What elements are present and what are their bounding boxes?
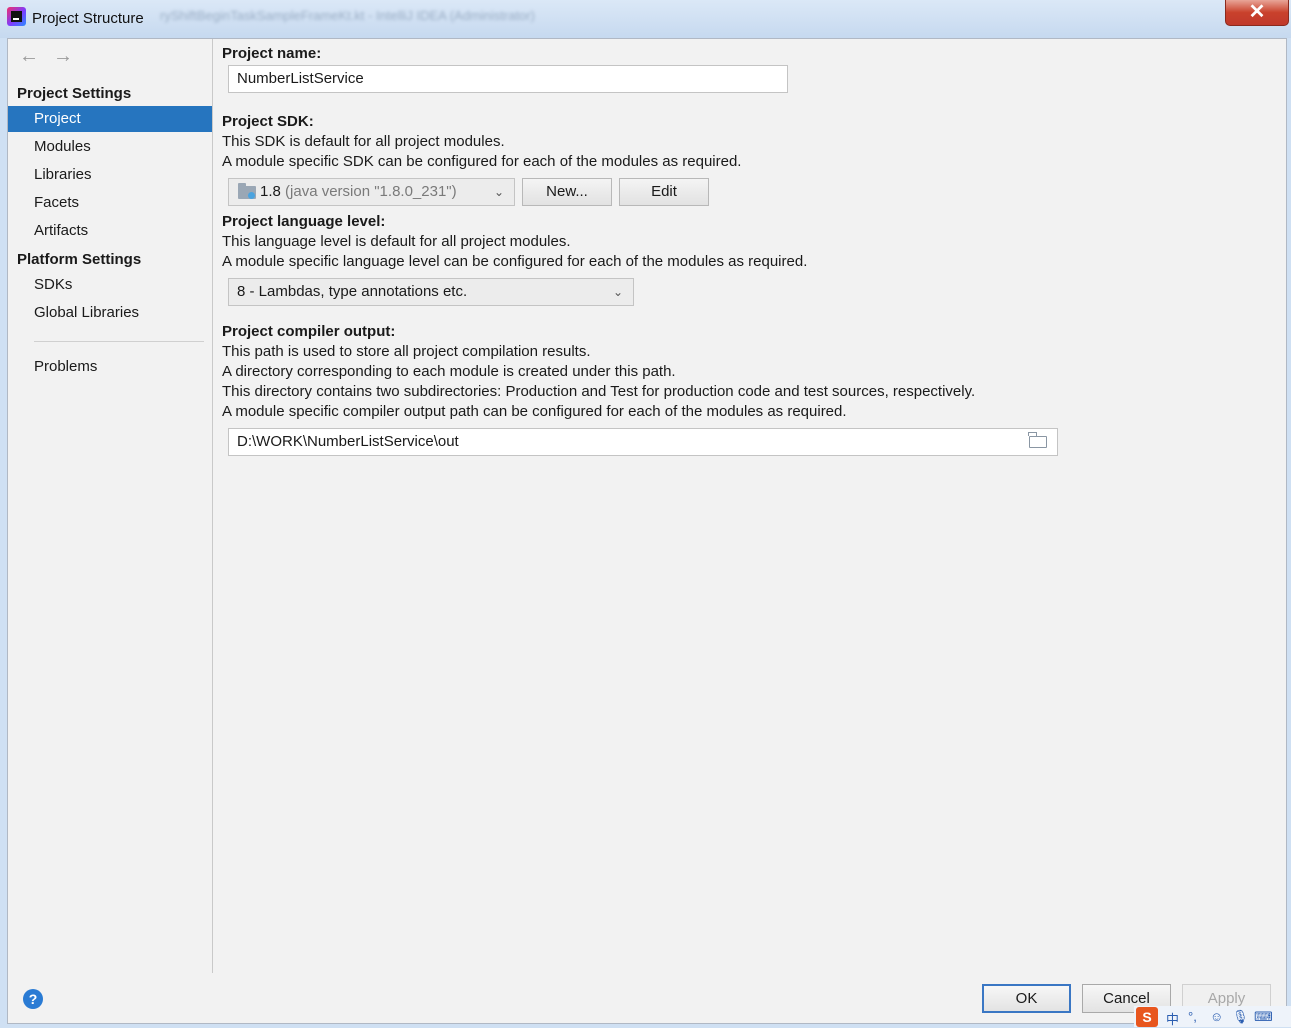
title-bar: Project Structure ryShiftBeginTaskSample…	[0, 0, 1291, 38]
sdk-select[interactable]: 1.8 (java version "1.8.0_231") ⌄	[228, 178, 515, 206]
sidebar-item-problems[interactable]: Problems	[8, 354, 212, 380]
language-level-value: 8 - Lambdas, type annotations etc.	[237, 283, 468, 300]
language-level-select[interactable]: 8 - Lambdas, type annotations etc. ⌄	[228, 278, 634, 306]
sidebar-item-sdks[interactable]: SDKs	[8, 272, 212, 298]
language-level-description-2: A module specific language level can be …	[222, 253, 808, 270]
platform-settings-heading: Platform Settings	[17, 251, 142, 268]
compiler-output-description-4: A module specific compiler output path c…	[222, 403, 847, 420]
compiler-output-description-3: This directory contains two subdirectori…	[222, 383, 976, 400]
project-settings-panel: Project name: NumberListService Project …	[213, 39, 1286, 973]
keyboard-icon[interactable]: ⌨	[1254, 1009, 1273, 1025]
sdk-description-1: This SDK is default for all project modu…	[222, 133, 505, 150]
sdk-edit-button[interactable]: Edit	[619, 178, 709, 206]
sidebar-item-libraries[interactable]: Libraries	[8, 162, 212, 188]
sdk-new-button[interactable]: New...	[522, 178, 612, 206]
close-button[interactable]: ✕	[1225, 0, 1289, 26]
project-name-input[interactable]: NumberListService	[228, 65, 788, 93]
dialog-footer: ? OK Cancel Apply	[8, 973, 1286, 1023]
sidebar-item-project[interactable]: Project	[8, 106, 212, 132]
ime-mode-toggle[interactable]: 中	[1166, 1009, 1179, 1028]
folder-browse-icon[interactable]	[1028, 432, 1047, 448]
project-name-label: Project name:	[222, 45, 322, 62]
compiler-output-path: D:\WORK\NumberListService\out	[237, 433, 459, 450]
sdk-detail: (java version "1.8.0_231")	[285, 183, 457, 200]
project-settings-heading: Project Settings	[17, 85, 132, 102]
sidebar-item-artifacts[interactable]: Artifacts	[8, 218, 212, 244]
compiler-output-description-2: A directory corresponding to each module…	[222, 363, 676, 380]
punctuation-toggle[interactable]: °,	[1188, 1009, 1197, 1024]
sogou-ime-icon[interactable]: S	[1136, 1007, 1158, 1027]
sidebar-divider	[34, 341, 204, 342]
window-title: Project Structure	[32, 10, 144, 27]
project-sdk-label: Project SDK:	[222, 113, 314, 130]
sdk-folder-icon	[238, 183, 256, 199]
sdk-version: 1.8	[260, 183, 281, 200]
microphone-icon[interactable]: 🎙	[1232, 1009, 1249, 1025]
sidebar-item-global-libraries[interactable]: Global Libraries	[8, 300, 212, 326]
compiler-output-description-1: This path is used to store all project c…	[222, 343, 591, 360]
ime-toolbar: S 中 °, ☺ 🎙 ⌨	[1134, 1006, 1291, 1027]
compiler-output-label: Project compiler output:	[222, 323, 396, 340]
forward-arrow-icon[interactable]: →	[53, 45, 73, 68]
intellij-idea-icon	[7, 7, 26, 26]
chevron-down-icon: ⌄	[612, 285, 623, 299]
chevron-down-icon: ⌄	[493, 185, 504, 199]
emoji-icon[interactable]: ☺	[1210, 1009, 1223, 1024]
sidebar-item-modules[interactable]: Modules	[8, 134, 212, 160]
background-window-title: ryShiftBeginTaskSampleFrameKt.kt - Intel…	[160, 8, 535, 23]
back-arrow-icon[interactable]: ←	[19, 45, 39, 68]
sidebar: ← → Project Settings Project Modules Lib…	[8, 39, 213, 973]
ok-button[interactable]: OK	[982, 984, 1071, 1013]
sdk-description-2: A module specific SDK can be configured …	[222, 153, 742, 170]
help-icon[interactable]: ?	[23, 989, 43, 1009]
dialog-body: ← → Project Settings Project Modules Lib…	[7, 38, 1287, 1024]
compiler-output-input[interactable]: D:\WORK\NumberListService\out	[228, 428, 1058, 456]
language-level-description-1: This language level is default for all p…	[222, 233, 571, 250]
language-level-label: Project language level:	[222, 213, 386, 230]
sidebar-item-facets[interactable]: Facets	[8, 190, 212, 216]
